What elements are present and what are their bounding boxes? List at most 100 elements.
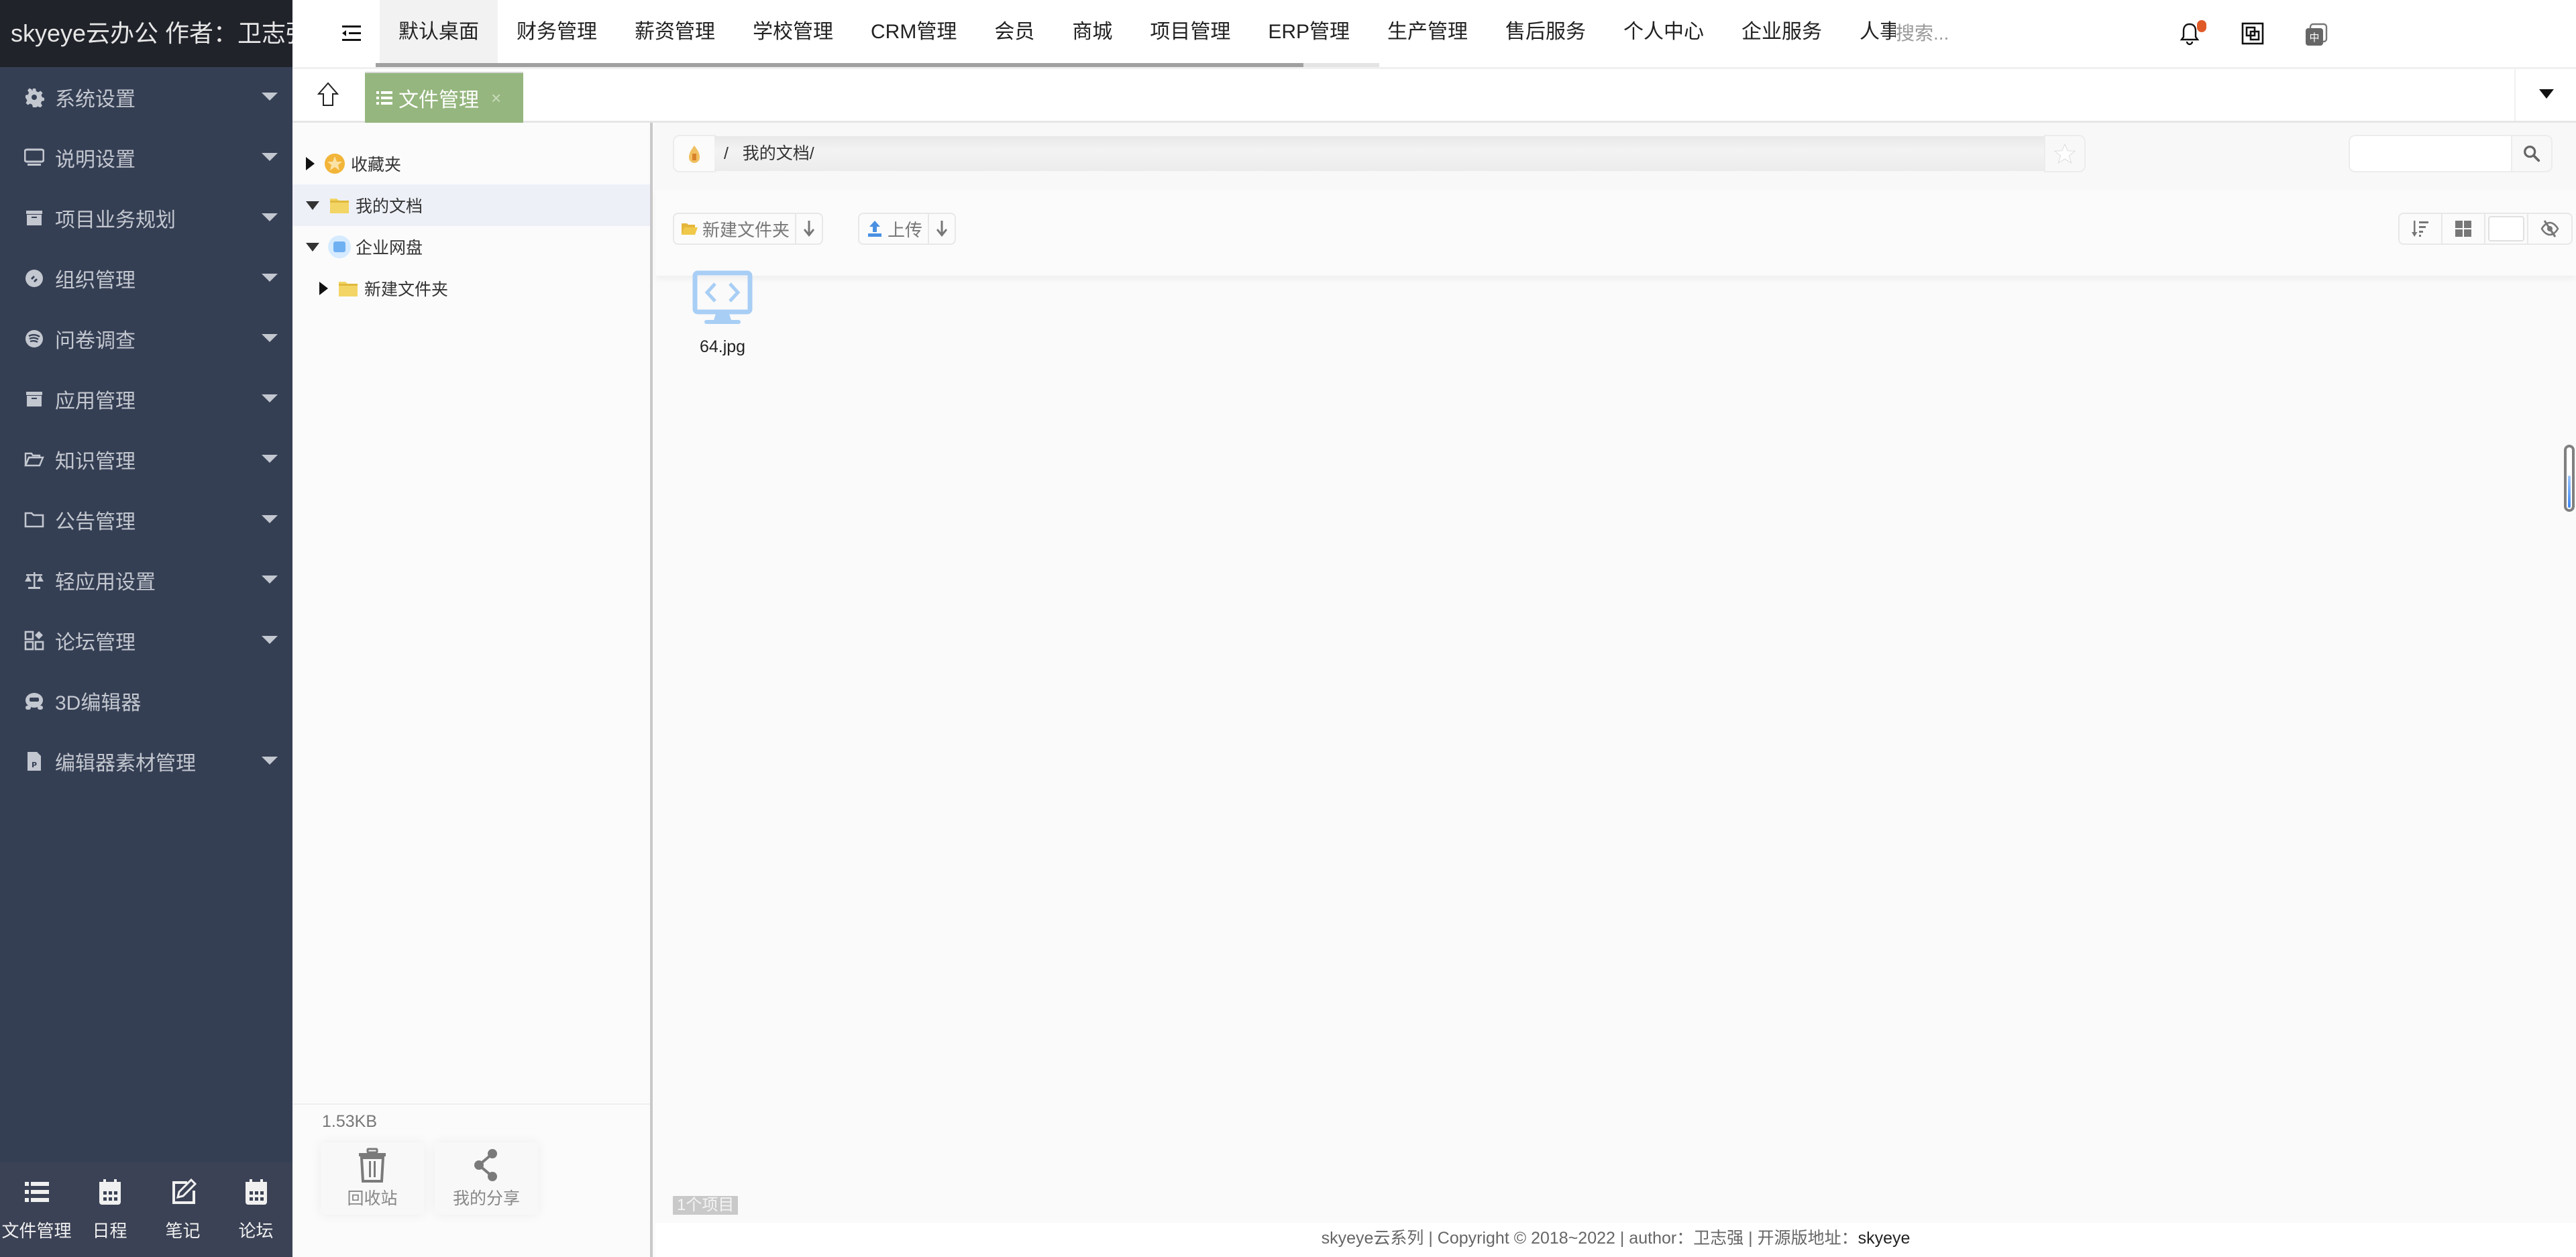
recycle-bin-label: 回收站 (347, 1189, 398, 1208)
sidebar-item-9[interactable]: 轻应用设置 (0, 550, 292, 610)
storage-used: 1.53KB (322, 1112, 378, 1131)
file-search-input[interactable] (2349, 135, 2512, 172)
new-folder-label: 新建文件夹 (702, 219, 790, 240)
upload-icon (868, 221, 881, 237)
sidebar-item-3[interactable]: 项目业务规划 (0, 188, 292, 248)
sidebar-item-1[interactable]: 系统设置 (0, 67, 292, 127)
module-tab[interactable]: CRM管理 (852, 0, 975, 64)
my-shares-label: 我的分享 (452, 1189, 520, 1208)
grid-icon (2455, 221, 2471, 237)
caret-down-icon (262, 515, 278, 523)
module-tab[interactable]: 商城 (1053, 0, 1131, 64)
file-p-icon: P (28, 752, 41, 771)
gear-icon (25, 88, 44, 107)
file-item[interactable]: 64.jpg (682, 270, 763, 371)
tree-node[interactable]: 我的文档 (292, 184, 650, 226)
breadcrumb-root-button[interactable] (673, 135, 716, 172)
tab-dropdown-button[interactable] (2514, 69, 2576, 121)
module-tab[interactable]: 售后服务 (1487, 0, 1605, 64)
module-tab[interactable]: 项目管理 (1131, 0, 1249, 64)
quick-link-1[interactable]: 文件管理 (0, 1162, 73, 1257)
caret-down-icon (262, 213, 278, 221)
module-tab[interactable]: 默认桌面 (380, 0, 498, 64)
monitor-icon (24, 148, 44, 166)
breadcrumb: / 我的文档/ (714, 136, 2045, 171)
caret-down-icon[interactable] (306, 242, 319, 252)
search-icon (2524, 146, 2540, 162)
upload-dropdown[interactable] (929, 214, 955, 243)
sidebar-item-11[interactable]: 3D编辑器 (0, 671, 292, 731)
close-tab-icon[interactable]: × (491, 88, 501, 109)
sidebar-item-7[interactable]: 知识管理 (0, 429, 292, 490)
zoom-slider[interactable] (2564, 445, 2575, 512)
sidebar-item-12[interactable]: P 编辑器素材管理 (0, 731, 292, 791)
module-tab[interactable]: 会员 (975, 0, 1053, 64)
sort-icon (2412, 221, 2428, 237)
module-tab[interactable]: 人事管理 (1841, 0, 1896, 64)
folder-icon (330, 199, 349, 213)
sidebar-item-8[interactable]: 公告管理 (0, 490, 292, 550)
upload-button[interactable]: 上传 (859, 214, 930, 243)
sidebar-item-6[interactable]: 应用管理 (0, 369, 292, 429)
sidebar-item-label: 应用管理 (55, 390, 136, 413)
list-view-icon (2488, 216, 2524, 241)
module-tab[interactable]: ERP管理 (1249, 0, 1368, 64)
caret-down-icon (262, 757, 278, 765)
caret-right-icon[interactable] (319, 282, 328, 295)
sort-button[interactable] (2400, 214, 2443, 243)
new-folder-button[interactable]: 新建文件夹 (674, 214, 797, 243)
arrow-down-icon (804, 221, 815, 237)
sidebar-item-2[interactable]: 说明设置 (0, 127, 292, 188)
sidebar-item-label: 公告管理 (55, 511, 136, 533)
module-tab[interactable]: 企业服务 (1723, 0, 1841, 64)
quick-link-2[interactable]: 日程 (73, 1162, 146, 1257)
quick-link-label: 文件管理 (1, 1221, 72, 1241)
new-folder-dropdown[interactable] (796, 214, 822, 243)
module-tab[interactable]: 财务管理 (498, 0, 616, 64)
tree-node-label: 我的文档 (356, 197, 423, 216)
tree-node[interactable]: 企业网盘 (292, 226, 650, 268)
home-icon[interactable] (317, 81, 339, 108)
sidebar-item-label: 说明设置 (55, 149, 136, 171)
svg-text:P: P (32, 761, 37, 769)
item-count: 1个项目 (673, 1196, 739, 1215)
caret-right-icon[interactable] (306, 157, 315, 170)
sidebar-item-4[interactable]: 组织管理 (0, 248, 292, 309)
file-search-button[interactable] (2511, 135, 2553, 172)
module-tab[interactable]: 学校管理 (734, 0, 852, 64)
caret-down-icon (262, 274, 278, 282)
sidebar-item-label: 编辑器素材管理 (55, 753, 196, 775)
breadcrumb-path[interactable]: / 我的文档/ (724, 136, 814, 171)
sidebar-item-10[interactable]: 论坛管理 (0, 610, 292, 671)
list-view-button[interactable] (2485, 214, 2528, 243)
star-badge-icon (325, 154, 345, 174)
tree-node[interactable]: 新建文件夹 (292, 268, 650, 309)
divider (292, 1103, 650, 1105)
quick-link-3[interactable]: 笔记 (146, 1162, 219, 1257)
toggle-hidden-button[interactable] (2528, 214, 2571, 243)
module-tab[interactable]: 薪资管理 (616, 0, 734, 64)
global-search-input[interactable] (1896, 17, 2097, 50)
fullscreen-icon[interactable] (2239, 20, 2266, 47)
tab-label: 文件管理 (398, 89, 479, 111)
notification-dot (2197, 20, 2206, 32)
recycle-bin-button[interactable]: 回收站 (321, 1142, 424, 1215)
tree-node[interactable]: 收藏夹 (292, 143, 650, 184)
tree-node-label: 收藏夹 (351, 156, 402, 174)
sidebar-item-5[interactable]: 问卷调查 (0, 309, 292, 369)
module-tab[interactable]: 个人中心 (1605, 0, 1723, 64)
caret-down-icon (262, 93, 278, 101)
code-monitor-icon (692, 270, 753, 324)
language-switch-icon[interactable]: 中 (2302, 20, 2329, 47)
caret-down-icon[interactable] (306, 201, 319, 210)
tab-file-management[interactable]: 文件管理 × (365, 72, 523, 123)
module-tab[interactable]: 生产管理 (1368, 0, 1487, 64)
tree-node-label: 企业网盘 (356, 239, 423, 258)
grid-view-button[interactable] (2443, 214, 2485, 243)
favorite-button[interactable] (2044, 135, 2086, 172)
menu-toggle-icon[interactable] (339, 21, 364, 46)
quick-link-4[interactable]: 论坛 (219, 1162, 292, 1257)
caret-down-icon (262, 455, 278, 463)
my-shares-button[interactable]: 我的分享 (435, 1142, 538, 1215)
footer-source-link[interactable]: skyeye (1858, 1229, 1911, 1248)
